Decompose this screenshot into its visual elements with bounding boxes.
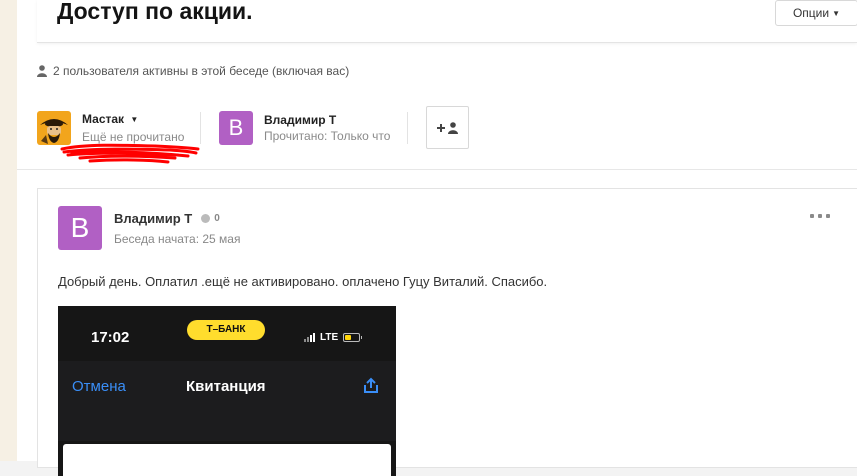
network-label: LTE (320, 332, 339, 343)
phone-time: 17:02 (91, 329, 130, 346)
phone-nav-bar: Отмена Квитанция (58, 361, 396, 441)
caret-down-icon: ▼ (130, 115, 139, 124)
message-author-avatar[interactable]: B (58, 206, 102, 250)
invite-participant-button[interactable] (426, 106, 469, 149)
page-title: Доступ по акции. (57, 0, 253, 24)
participant-read-status: Прочитано: Только что (264, 129, 391, 143)
participant-avatar-image (37, 111, 71, 145)
participant-name: Мастак (82, 112, 125, 126)
attached-screenshot[interactable]: 17:02 Т–БАНК LTE Отмена Квитанция (58, 306, 396, 476)
participant-info: Мастак ▼ Ещё не прочитано (82, 111, 184, 145)
active-users-line: 2 пользователя активны в этой беседе (вк… (37, 64, 349, 78)
message-author-row: Владимир Т 0 (114, 211, 220, 226)
participant-vladimir[interactable]: B Владимир Т Прочитано: Только что (219, 110, 390, 146)
add-user-icon (436, 121, 458, 134)
participant-avatar: B (219, 111, 253, 145)
phone-nav-title: Квитанция (186, 378, 266, 395)
red-scribble-redaction (60, 143, 200, 164)
participant-separator (200, 112, 201, 144)
conversation-started: Беседа начата: 25 мая (114, 232, 241, 246)
caret-down-icon: ▼ (832, 9, 841, 18)
section-divider (17, 169, 857, 170)
signal-icon (304, 333, 315, 342)
participant-info: Владимир Т Прочитано: Только что (264, 112, 390, 144)
conversation-page: Доступ по акции. Опции ▼ 2 пользователя а… (17, 0, 857, 476)
message-card: B Владимир Т 0 Беседа начата: 25 мая Доб… (37, 188, 857, 476)
options-button[interactable]: Опции ▼ (775, 0, 857, 26)
receipt-paper (63, 444, 391, 476)
battery-icon (343, 333, 363, 342)
user-icon (37, 65, 47, 77)
active-users-text: 2 пользователя активны в этой беседе (вк… (53, 64, 350, 78)
bank-pill: Т–БАНК (187, 320, 265, 340)
header-card: Доступ по акции. Опции ▼ (37, 0, 857, 43)
offline-status-icon (201, 214, 211, 223)
left-strip (0, 0, 17, 461)
participant-name-row[interactable]: Мастак ▼ (82, 111, 184, 129)
participant-separator (407, 112, 408, 144)
phone-status-bar: LTE (304, 332, 363, 343)
participant-mastak[interactable]: Мастак ▼ Ещё не прочитано (37, 110, 184, 146)
participant-name: Владимир Т (264, 113, 337, 127)
more-options-icon[interactable] (810, 211, 830, 221)
message-text: Добрый день. Оплатил .ещё не активирован… (58, 274, 548, 289)
share-icon (364, 377, 378, 393)
reputation-count: 0 (214, 213, 220, 224)
message-author-name[interactable]: Владимир Т (114, 211, 192, 226)
phone-cancel-button: Отмена (72, 378, 126, 395)
options-label: Опции (792, 6, 830, 20)
